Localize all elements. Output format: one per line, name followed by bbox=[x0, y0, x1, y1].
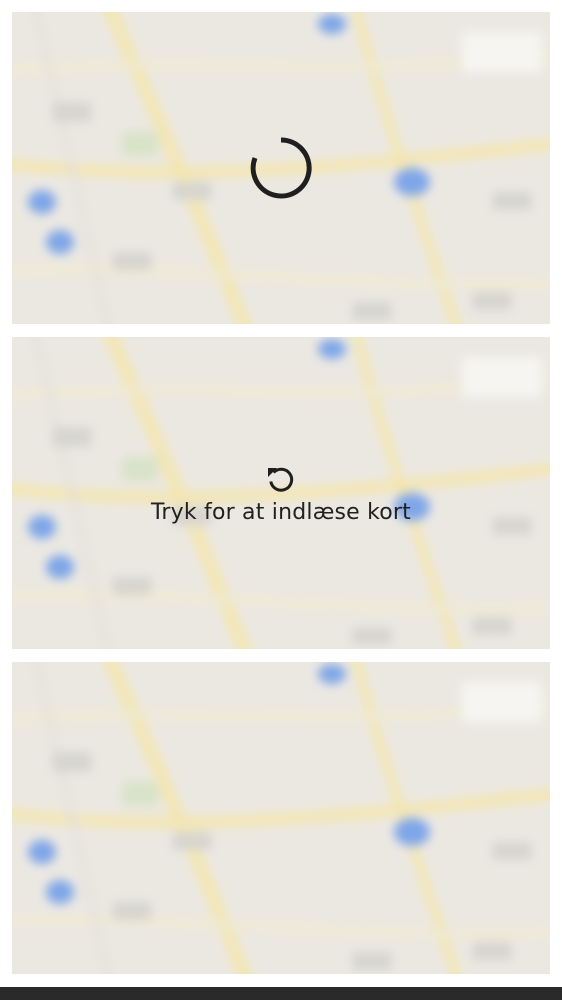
reload-icon bbox=[268, 467, 294, 492]
reload-label: Tryk for at indlæse kort bbox=[151, 499, 411, 525]
loading-overlay bbox=[12, 12, 550, 324]
reload-overlay[interactable]: Tryk for at indlæse kort bbox=[12, 337, 550, 649]
map-preview-card[interactable] bbox=[12, 662, 550, 974]
reload-button[interactable]: Tryk for at indlæse kort bbox=[151, 462, 411, 525]
blurred-map-background bbox=[12, 662, 550, 974]
loading-spinner-icon bbox=[250, 137, 312, 199]
map-preview-card-reload[interactable]: Tryk for at indlæse kort bbox=[12, 337, 550, 649]
map-preview-card-loading bbox=[12, 12, 550, 324]
navigation-bar bbox=[0, 987, 562, 1000]
map-list-screen: Tryk for at indlæse kort bbox=[0, 0, 562, 1000]
